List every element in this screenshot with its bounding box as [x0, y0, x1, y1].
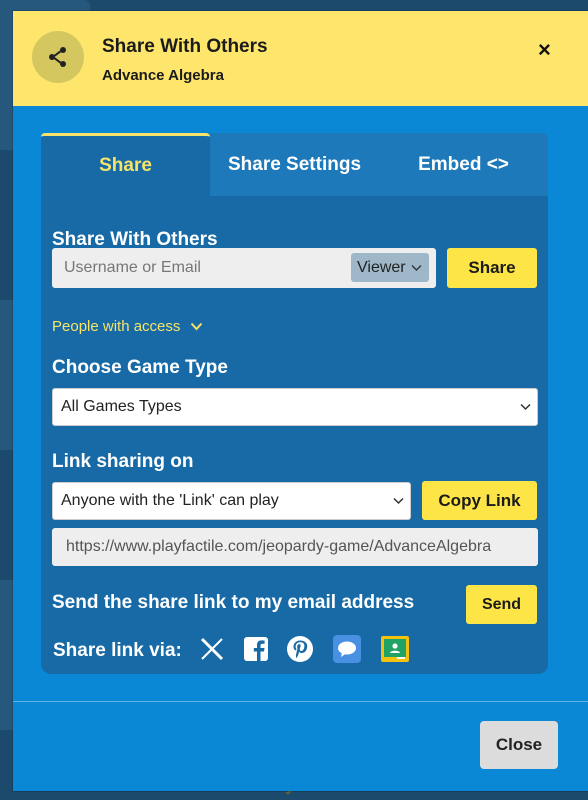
- game-type-select-value: All Games Types: [61, 398, 182, 415]
- chevron-down-icon: [393, 494, 404, 508]
- email-link-text: Send the share link to my email address: [52, 592, 415, 613]
- people-with-access-toggle[interactable]: People with access: [52, 318, 203, 335]
- chevron-down-icon: [411, 260, 422, 275]
- tab-share-settings[interactable]: Share Settings: [210, 133, 379, 196]
- share-modal: Share With Others Advance Algebra × Shar…: [13, 11, 588, 791]
- role-select-value: Viewer: [357, 258, 406, 276]
- game-type-select[interactable]: All Games Types: [52, 388, 538, 426]
- copy-link-button[interactable]: Copy Link: [422, 481, 537, 520]
- chevron-down-icon: [190, 318, 203, 335]
- x-icon[interactable]: [197, 634, 227, 664]
- modal-header: Share With Others Advance Algebra ×: [13, 11, 588, 106]
- share-via-label: Share link via:: [53, 640, 182, 661]
- link-sharing-select[interactable]: Anyone with the 'Link' can play: [52, 482, 411, 520]
- share-panel: Share With Others Viewer Share People wi…: [41, 196, 548, 674]
- choose-game-type-heading: Choose Game Type: [52, 357, 228, 378]
- pinterest-icon[interactable]: [285, 634, 315, 664]
- link-sharing-heading: Link sharing on: [52, 451, 194, 472]
- share-input-group: Viewer: [52, 248, 436, 288]
- tab-share[interactable]: Share: [41, 133, 210, 196]
- send-button[interactable]: Send: [466, 585, 537, 624]
- close-button[interactable]: Close: [480, 721, 558, 769]
- modal-subtitle: Advance Algebra: [102, 67, 224, 84]
- share-url-field[interactable]: https://www.playfactile.com/jeopardy-gam…: [52, 528, 538, 566]
- tab-embed[interactable]: Embed <>: [379, 133, 548, 196]
- share-button[interactable]: Share: [447, 248, 537, 288]
- google-classroom-icon[interactable]: [380, 634, 410, 664]
- link-sharing-select-value: Anyone with the 'Link' can play: [61, 492, 279, 509]
- facebook-icon[interactable]: [241, 634, 271, 664]
- footer-divider: [13, 701, 588, 702]
- people-with-access-label: People with access: [52, 318, 181, 335]
- role-select[interactable]: Viewer: [351, 253, 429, 282]
- share-icon: [32, 31, 84, 83]
- close-icon[interactable]: ×: [538, 37, 551, 63]
- classroom-chat-icon[interactable]: [332, 634, 362, 664]
- modal-title: Share With Others: [102, 36, 268, 57]
- chevron-down-icon: [520, 400, 531, 414]
- tab-bar: Share Share Settings Embed <>: [41, 133, 548, 196]
- username-email-input[interactable]: [52, 248, 352, 288]
